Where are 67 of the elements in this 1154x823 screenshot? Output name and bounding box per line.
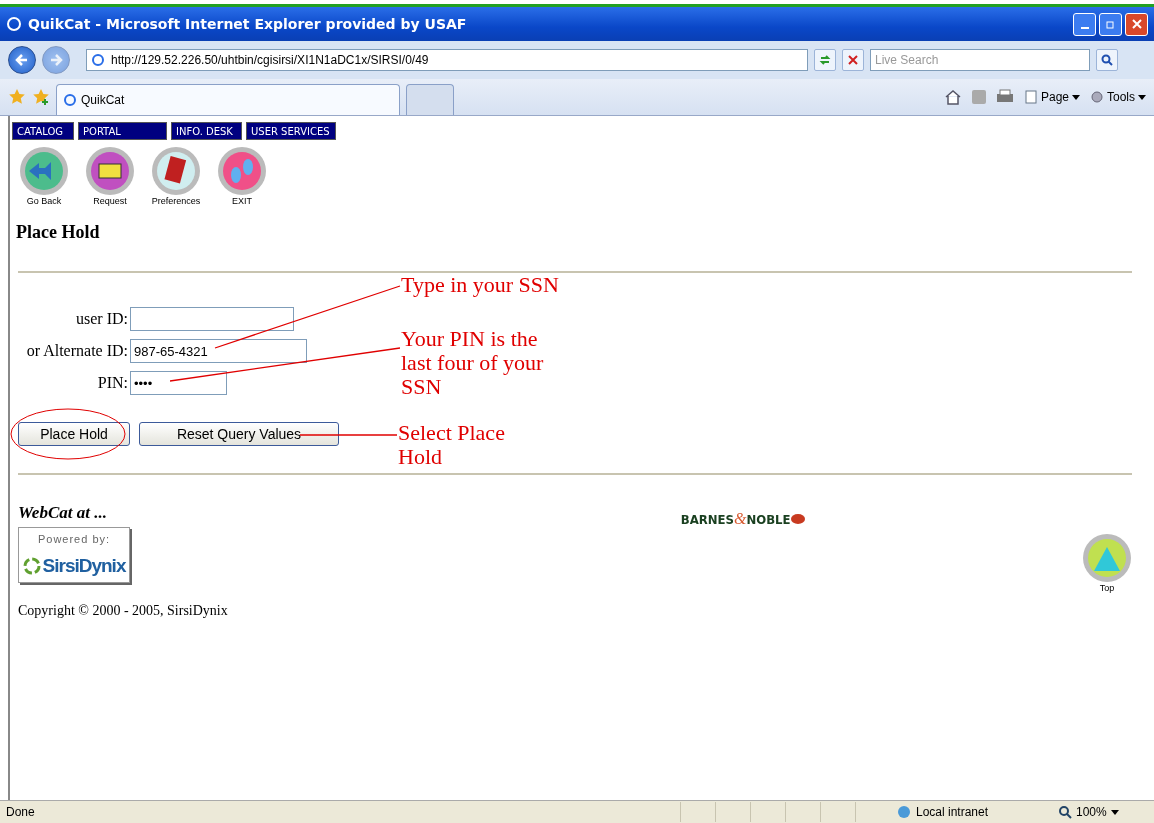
command-menu[interactable]: Tools bbox=[1090, 90, 1146, 104]
search-icon bbox=[1101, 54, 1113, 66]
browser-tab[interactable]: QuikCat bbox=[56, 84, 400, 115]
top-link[interactable]: Top bbox=[1082, 533, 1132, 619]
icon-nav-link[interactable]: Go Back bbox=[20, 146, 68, 206]
browser-logo-icon bbox=[6, 16, 22, 32]
site-nav-link[interactable]: INFO. DESK bbox=[171, 122, 242, 140]
restore-button[interactable] bbox=[1099, 12, 1122, 36]
icon-nav-link[interactable]: Request bbox=[86, 146, 134, 206]
forward-button[interactable] bbox=[42, 46, 70, 74]
window-title: QuikCat - Microsoft Internet Explorer provided by USAF bbox=[28, 16, 467, 32]
stop-button[interactable] bbox=[842, 49, 864, 71]
field-label: PIN: bbox=[96, 374, 129, 392]
back-arrow-icon bbox=[15, 53, 29, 67]
icon-nav-link[interactable]: Preferences bbox=[152, 146, 200, 206]
address-field[interactable]: http://129.52.226.50/uhtbin/cgisirsi/XI1N1aDC1x/SIRSI/0/49 bbox=[86, 49, 808, 71]
minimize-button[interactable] bbox=[1073, 12, 1096, 36]
search-button[interactable] bbox=[1096, 49, 1118, 71]
caret-icon bbox=[1110, 809, 1119, 815]
add-favorite-icon[interactable] bbox=[32, 88, 50, 106]
site-nav-link[interactable]: USER SERVICES bbox=[246, 122, 336, 140]
arrows-icon bbox=[19, 146, 69, 196]
book-icon bbox=[151, 146, 201, 196]
form-button[interactable]: Reset Query Values bbox=[139, 422, 339, 446]
restore-icon bbox=[1105, 19, 1116, 29]
field-label: user ID: bbox=[75, 310, 129, 328]
page-icon bbox=[63, 93, 77, 107]
minimize-icon bbox=[1080, 27, 1089, 29]
page-icon bbox=[1023, 90, 1038, 104]
caret-icon bbox=[1072, 94, 1080, 100]
stop-icon bbox=[847, 54, 859, 66]
mountain-icon bbox=[1082, 533, 1132, 583]
input-field[interactable]: •••• bbox=[130, 371, 227, 395]
forward-arrow-icon bbox=[49, 53, 63, 67]
page-heading: Place Hold bbox=[16, 222, 101, 243]
footprints-icon bbox=[217, 146, 267, 196]
site-nav-link[interactable]: PORTAL bbox=[78, 122, 167, 140]
input-field[interactable] bbox=[130, 307, 294, 331]
close-icon bbox=[1131, 19, 1142, 29]
home-icon[interactable] bbox=[943, 89, 962, 105]
webcat-title: WebCat at ... bbox=[18, 503, 108, 523]
zone-indicator: Local intranet bbox=[890, 804, 1052, 820]
caret-icon bbox=[1138, 94, 1146, 100]
powered-by-logo[interactable]: Powered by: SirsiDynix bbox=[18, 527, 130, 583]
favorites-star-icon[interactable] bbox=[8, 88, 26, 106]
zoom-control[interactable]: 100% bbox=[1052, 805, 1154, 819]
input-field[interactable]: 987-65-4321 bbox=[130, 339, 307, 363]
field-label: or Alternate ID: bbox=[25, 342, 129, 360]
command-menu[interactable]: Page bbox=[1023, 90, 1080, 104]
annotation-text: Type in your SSN bbox=[401, 273, 560, 297]
print-icon[interactable] bbox=[995, 89, 1014, 105]
bookstore-logo[interactable]: BARNES&NOBLE bbox=[680, 511, 805, 527]
site-nav-link[interactable]: CATALOG bbox=[12, 122, 74, 140]
search-field[interactable]: Live Search bbox=[870, 49, 1090, 71]
zoom-icon bbox=[1058, 805, 1072, 819]
copyright-text: Copyright © 2000 - 2005, SirsiDynix bbox=[18, 603, 228, 619]
swirl-logo-icon bbox=[22, 557, 41, 575]
close-button[interactable] bbox=[1125, 12, 1148, 36]
annotation-text: Your PIN is the last four of your SSN bbox=[401, 327, 545, 399]
dotcom-badge-icon bbox=[790, 514, 805, 524]
status-text: Done bbox=[5, 805, 36, 819]
page-icon bbox=[91, 53, 105, 67]
icon-nav-link[interactable]: EXIT bbox=[218, 146, 266, 206]
refresh-button[interactable] bbox=[814, 49, 836, 71]
refresh-icon bbox=[819, 54, 831, 66]
back-button[interactable] bbox=[8, 46, 36, 74]
form-button[interactable]: Place Hold bbox=[18, 422, 130, 446]
